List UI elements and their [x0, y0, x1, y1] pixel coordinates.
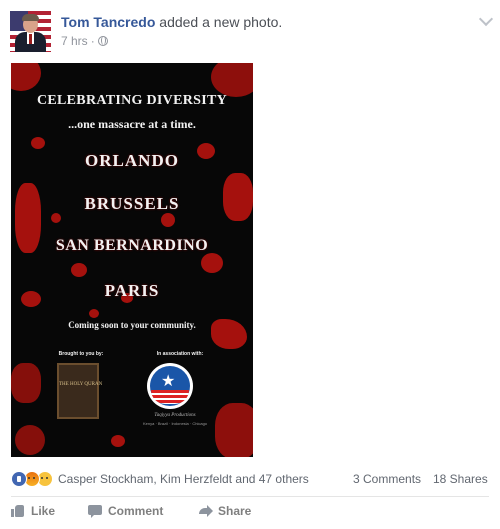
- divider: [11, 496, 489, 497]
- like-button[interactable]: Like: [11, 504, 55, 518]
- poster-tagline: Coming soon to your community.: [68, 320, 196, 330]
- poster-production: Taqiyya Productions: [154, 413, 196, 418]
- poster-production-cities: Kenya · Brazil · Indonesia · Chicago: [142, 421, 208, 426]
- feed-post: Tom Tancredo added a new photo. 7 hrs · …: [0, 0, 500, 529]
- post-actions-bar: Like Comment Share: [0, 504, 500, 524]
- poster-city: PARIS: [104, 281, 160, 300]
- book-title: THE HOLY QURAN: [59, 382, 103, 387]
- author-name-link[interactable]: Tom Tancredo: [61, 14, 155, 30]
- thumbs-up-icon: [11, 504, 25, 518]
- poster-association: In association with:: [156, 351, 204, 357]
- post-timestamp[interactable]: 7 hrs: [61, 34, 88, 48]
- share-button[interactable]: Share: [198, 504, 251, 518]
- book-cover-image: THE HOLY QURAN: [57, 363, 103, 419]
- post-action-text: added a new photo.: [159, 14, 283, 30]
- poster-title: CELEBRATING DIVERSITY: [36, 93, 228, 108]
- reactions-summary[interactable]: Casper Stockham, Kim Herzfeldt and 47 ot…: [11, 471, 309, 487]
- shares-count[interactable]: 18 Shares: [433, 472, 488, 486]
- post-header-line: Tom Tancredo added a new photo.: [61, 14, 282, 31]
- post-meta: 7 hrs ·: [61, 34, 108, 48]
- meta-separator: ·: [90, 34, 95, 48]
- comment-button[interactable]: Comment: [88, 504, 163, 518]
- poster-city: ORLANDO: [85, 151, 179, 170]
- poster-city: SAN BERNARDINO: [55, 237, 209, 254]
- comments-count[interactable]: 3 Comments: [353, 472, 421, 486]
- poster-city: BRUSSELS: [84, 194, 180, 213]
- chevron-down-icon[interactable]: [479, 12, 493, 26]
- share-icon: [198, 504, 213, 518]
- campaign-logo-icon: ★: [147, 363, 193, 409]
- poster-brought-by: Brought to you by:: [58, 351, 104, 357]
- globe-icon[interactable]: [97, 36, 108, 46]
- poster-subtitle: ...one massacre at a time.: [68, 117, 196, 131]
- like-label: Like: [31, 504, 56, 518]
- author-avatar[interactable]: [10, 11, 51, 52]
- comment-label: Comment: [108, 504, 164, 518]
- share-label: Share: [218, 504, 252, 518]
- comment-icon: [88, 504, 102, 518]
- post-photo[interactable]: CELEBRATING DIVERSITY ...one massacre at…: [11, 63, 253, 457]
- reactors-text[interactable]: Casper Stockham, Kim Herzfeldt and 47 ot…: [58, 472, 309, 486]
- like-reaction-icon: [11, 471, 27, 487]
